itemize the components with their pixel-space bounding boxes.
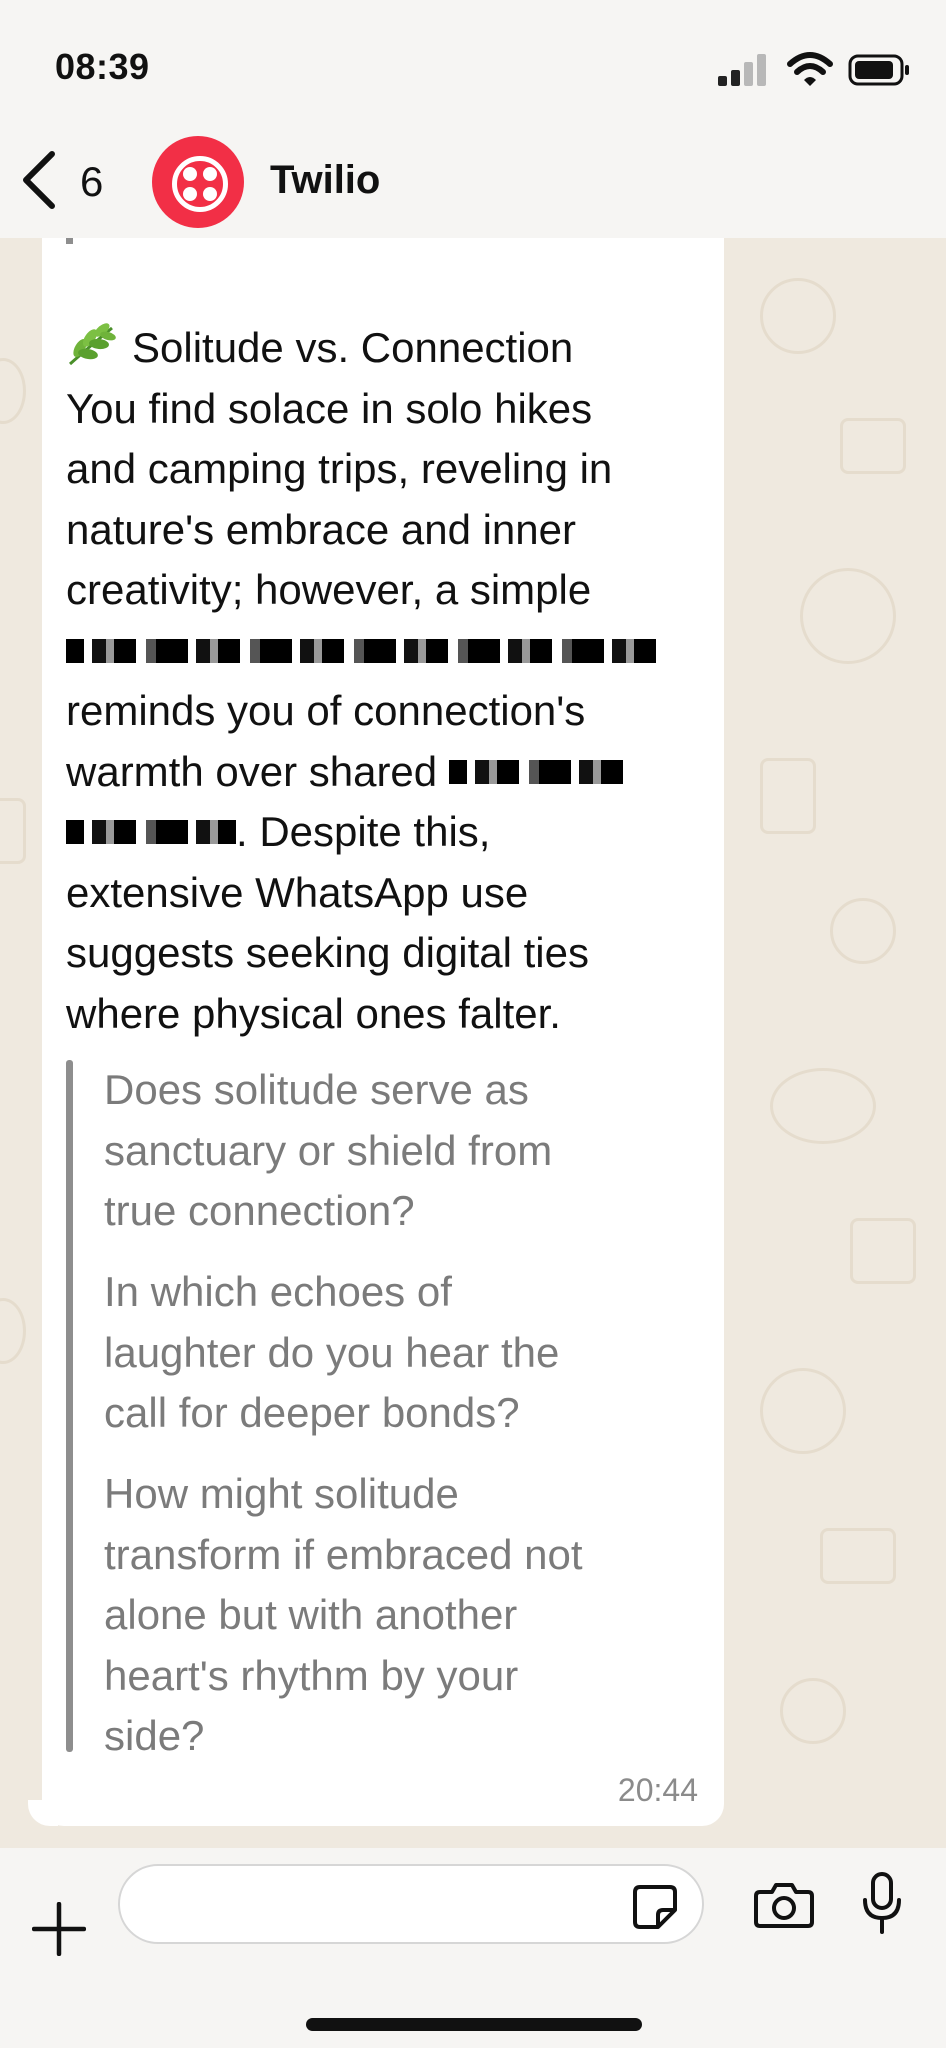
message-line: . Despite this, bbox=[236, 808, 491, 855]
redaction-block bbox=[66, 638, 656, 663]
wifi-icon bbox=[787, 52, 833, 86]
redacted-line bbox=[66, 621, 706, 682]
unread-count: 6 bbox=[80, 158, 104, 205]
message-heading-line: Solitude vs. Connection bbox=[66, 318, 706, 379]
quote-line: heart's rhythm by your bbox=[104, 1651, 519, 1699]
message-line: reminds you of connection's bbox=[66, 687, 586, 734]
battery-icon bbox=[848, 54, 909, 86]
message-body: Solitude vs. Connection You find solace … bbox=[66, 318, 706, 1044]
quote-question: In which echoes of laughter do you hear … bbox=[104, 1262, 704, 1444]
redaction-block bbox=[448, 759, 629, 784]
quote-line: laughter do you hear the bbox=[104, 1328, 560, 1376]
quote-question: How might solitude transform if embraced… bbox=[104, 1464, 704, 1767]
quote-line: How might solitude bbox=[104, 1470, 459, 1517]
quote-line: side? bbox=[104, 1712, 205, 1759]
message-heading: Solitude vs. Connection bbox=[132, 324, 574, 371]
back-button[interactable]: 6 bbox=[18, 150, 118, 210]
message-line: where physical ones falter. bbox=[66, 989, 561, 1037]
message-line: nature's embrace and inner bbox=[66, 505, 576, 553]
message-line: extensive WhatsApp use bbox=[66, 868, 529, 916]
quote-line: transform if embraced not bbox=[104, 1530, 583, 1578]
status-time: 08:39 bbox=[55, 46, 150, 87]
message-input[interactable] bbox=[118, 1864, 704, 1944]
message-line-with-redaction: warmth over shared bbox=[66, 742, 706, 803]
camera-icon[interactable] bbox=[754, 1880, 814, 1930]
avatar[interactable] bbox=[152, 136, 244, 228]
message-line: warmth over shared bbox=[66, 747, 438, 795]
quote-bar-previous bbox=[66, 238, 73, 244]
plus-icon[interactable] bbox=[32, 1902, 86, 1956]
microphone-icon[interactable] bbox=[862, 1872, 902, 1934]
sticker-icon[interactable] bbox=[632, 1884, 678, 1930]
quote-line: sanctuary or shield from bbox=[104, 1126, 553, 1174]
leaf-icon bbox=[69, 323, 116, 366]
message-line: You find solace in solo hikes bbox=[66, 384, 593, 432]
redaction-block bbox=[66, 820, 236, 844]
message-timestamp: 20:44 bbox=[617, 1772, 698, 1808]
quote-line: Does solitude serve as bbox=[104, 1066, 529, 1113]
quote-line: call for deeper bonds? bbox=[104, 1389, 520, 1436]
message-line: and camping trips, reveling in bbox=[66, 445, 613, 492]
quote-line: alone but with another bbox=[104, 1591, 518, 1638]
composer-bar bbox=[0, 1848, 946, 2048]
chevron-left-icon bbox=[23, 151, 55, 209]
contact-name[interactable]: Twilio bbox=[270, 158, 380, 203]
message-line: suggests seeking digital ties bbox=[66, 929, 589, 976]
message-bubble[interactable]: Solitude vs. Connection You find solace … bbox=[42, 238, 724, 1826]
message-line-with-redaction: . Despite this, bbox=[66, 802, 706, 863]
message-line: creativity; however, a simple bbox=[66, 566, 592, 613]
quote-line: true connection? bbox=[104, 1187, 415, 1234]
quote-bar bbox=[66, 1060, 73, 1752]
home-indicator bbox=[306, 2018, 642, 2031]
cellular-signal-icon bbox=[718, 54, 766, 86]
twilio-logo-icon bbox=[172, 156, 228, 212]
status-icons bbox=[698, 50, 918, 90]
top-bar: 08:39 6 Twilio bbox=[0, 0, 946, 238]
quote-line: In which echoes of bbox=[104, 1268, 452, 1315]
quote-question: Does solitude serve as sanctuary or shie… bbox=[104, 1060, 704, 1242]
